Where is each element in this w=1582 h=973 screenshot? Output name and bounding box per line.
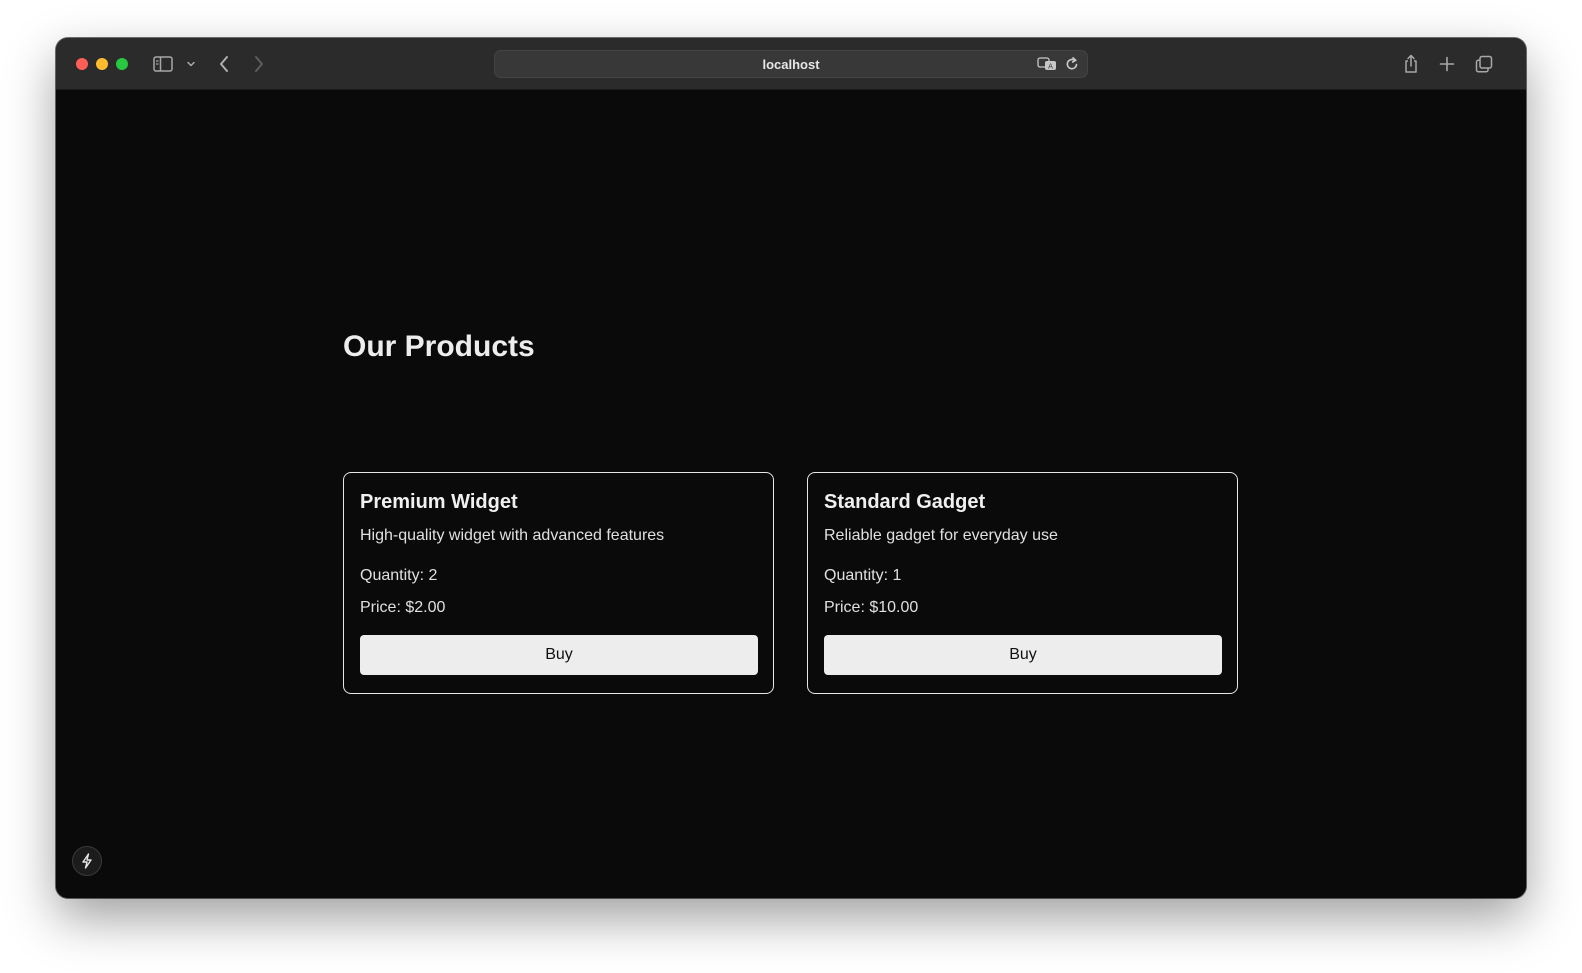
chevron-down-icon[interactable] [184,52,198,76]
close-window-button[interactable] [76,58,88,70]
share-icon[interactable] [1402,52,1420,76]
translate-icon[interactable]: A [1037,57,1057,76]
svg-text:A: A [1048,63,1053,71]
buy-button[interactable]: Buy [360,635,758,675]
page-title: Our Products [343,330,535,363]
minimize-window-button[interactable] [96,58,108,70]
buy-button[interactable]: Buy [824,635,1222,675]
product-card: Standard Gadget Reliable gadget for ever… [807,472,1238,694]
product-description: Reliable gadget for everyday use [824,527,1058,544]
browser-window: localhost A Our Products Premium Widget … [56,38,1526,898]
product-description: High-quality widget with advanced featur… [360,527,665,544]
product-name: Standard Gadget [824,491,986,513]
product-name: Premium Widget [360,491,518,513]
sidebar-icon[interactable] [152,52,174,76]
bolt-icon [80,853,94,869]
browser-toolbar: localhost A [56,38,1526,90]
dev-tools-button[interactable] [72,846,102,876]
address-bar[interactable]: localhost A [494,50,1088,78]
product-card: Premium Widget High-quality widget with … [343,472,774,694]
product-price: Price: $10.00 [824,599,919,616]
tabs-overview-icon[interactable] [1474,52,1494,76]
zoom-window-button[interactable] [116,58,128,70]
address-url: localhost [762,57,820,72]
product-price: Price: $2.00 [360,599,446,616]
reload-icon[interactable] [1065,56,1079,77]
forward-icon[interactable] [251,52,267,76]
page-content: Our Products Premium Widget High-quality… [56,90,1526,898]
back-icon[interactable] [216,52,232,76]
product-quantity: Quantity: 2 [360,567,438,584]
plus-icon[interactable] [1438,52,1456,76]
product-quantity: Quantity: 1 [824,567,902,584]
